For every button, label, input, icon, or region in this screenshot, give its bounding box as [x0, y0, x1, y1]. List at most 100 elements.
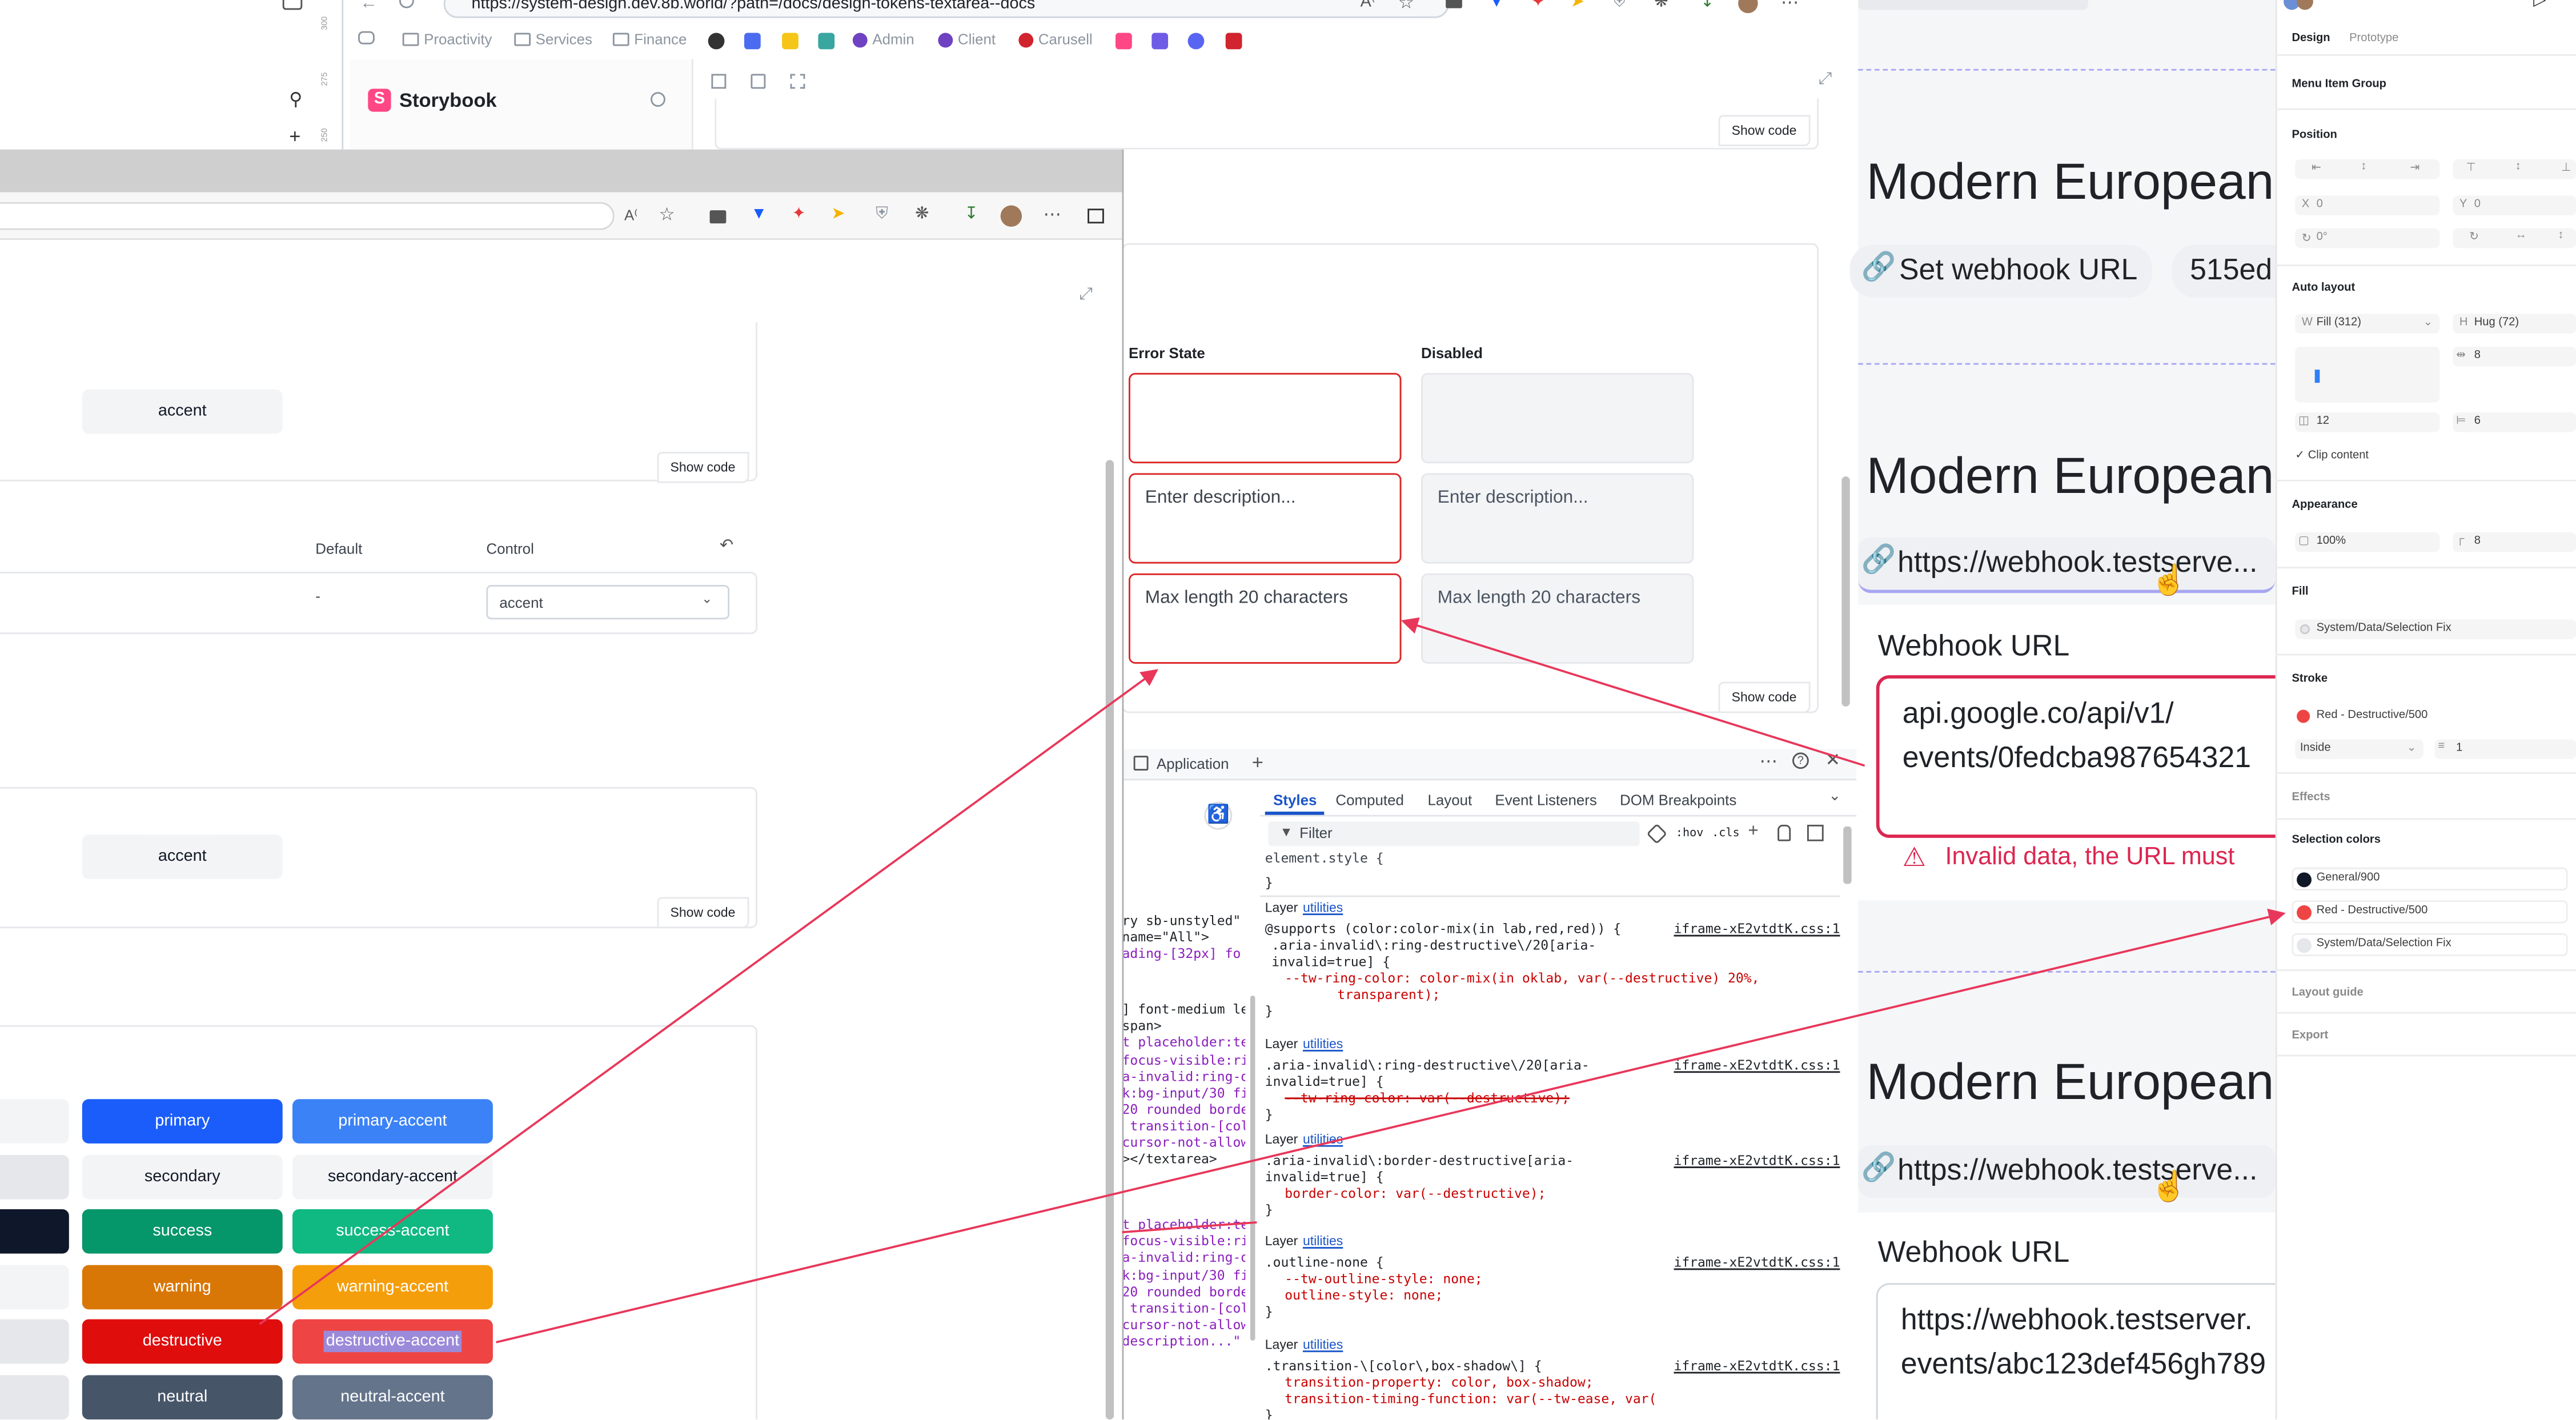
extension-v-icon[interactable]: ▼ [751, 206, 767, 224]
dom-line[interactable]: cursor-not-allow [1122, 1317, 1246, 1334]
reset-controls-icon[interactable]: ↶ [720, 537, 733, 556]
rule-declaration[interactable]: --tw-ring-color: var(--destructive); [1265, 1091, 1840, 1108]
bookmark-openai-icon[interactable] [708, 33, 725, 50]
show-code-button[interactable]: Show code [657, 897, 749, 929]
layer-link[interactable]: utilities [1303, 1132, 1343, 1147]
download-icon[interactable]: ↧ [964, 206, 978, 224]
neutral-accent-button[interactable]: neutral-accent [292, 1374, 493, 1419]
tab-dom-breakpoints[interactable]: DOM Breakpoints [1620, 792, 1736, 808]
destructive-button[interactable]: destructive [82, 1319, 283, 1364]
webhook-link-row[interactable]: 🔗 https://webhook.testserve... [1858, 537, 2276, 593]
chevron-down-icon[interactable]: ⌄ [1828, 787, 1841, 805]
bookmark-proactivity[interactable]: Proactivity [402, 31, 492, 47]
dom-line[interactable]: ></textarea> [1122, 1152, 1246, 1169]
dom-line[interactable]: 20 rounded borde [1122, 1284, 1246, 1301]
search-icon[interactable]: ⚲ [289, 89, 302, 110]
extensions-puzzle-icon[interactable]: ❋ [915, 206, 929, 224]
success-button[interactable]: success [82, 1209, 283, 1254]
rule-declaration[interactable]: --tw-ring-color: color-mix(in oklab, var… [1265, 971, 1840, 988]
plus-icon[interactable]: + [289, 125, 300, 148]
opacity-input[interactable]: ▢ 100% [2295, 532, 2440, 552]
accent-button[interactable]: accent [82, 389, 283, 434]
dom-line[interactable]: name="All"> [1122, 930, 1246, 946]
bookmark-youtube-icon[interactable] [1225, 33, 1242, 50]
rule-source-link[interactable]: iframe-xE2vtdtK.css:1 [1674, 1359, 1840, 1375]
webhook-url-input-error[interactable]: api.google.co/api/v1/ events/0fedcba9876… [1876, 675, 2310, 838]
dom-line[interactable]: ading-[32px] fo [1122, 946, 1246, 963]
dom-line[interactable]: t placeholder:te [1122, 1036, 1246, 1052]
front-url-bar[interactable] [0, 202, 615, 230]
fill-style-row[interactable]: System/Data/Selection Fix [2295, 619, 2576, 639]
bookmark-storybook-icon[interactable] [1116, 33, 1132, 50]
layout-guide-section-title[interactable]: Layout guide [2292, 988, 2363, 999]
error-textarea-placeholder[interactable]: Enter description... [1129, 473, 1402, 564]
alignment-grid[interactable] [2295, 346, 2440, 403]
bookmark-admin[interactable]: Admin [852, 31, 914, 47]
layer-link[interactable]: utilities [1303, 1037, 1343, 1052]
webhook-url-input[interactable]: https://webhook.testserver. events/abc12… [1876, 1283, 2307, 1420]
new-rule-icon[interactable]: + [1748, 821, 1759, 841]
dom-line[interactable]: k:bg-input/30 fi [1122, 1086, 1246, 1102]
dom-line[interactable]: description..." [1122, 1334, 1246, 1350]
selection-color-row[interactable]: General/900 [2292, 867, 2568, 890]
tab-event-listeners[interactable]: Event Listeners [1495, 792, 1596, 808]
outline-icon[interactable] [790, 74, 805, 89]
cropped-button[interactable] [0, 1264, 69, 1309]
download-icon[interactable]: ↧ [1700, 0, 1714, 11]
collections-icon[interactable] [1446, 0, 1462, 9]
bookmark-carusell[interactable]: Carusell [1018, 31, 1093, 47]
grid-icon[interactable] [711, 74, 727, 89]
y-input[interactable]: Y 0 [2453, 195, 2576, 215]
dom-line[interactable]: span> [1122, 1019, 1246, 1036]
bookmark-finance[interactable]: Finance [612, 31, 687, 47]
extensions-puzzle-icon[interactable]: ❋ [1654, 0, 1668, 11]
cropped-button[interactable] [0, 1319, 69, 1364]
bookmark-client[interactable]: Client [938, 31, 996, 47]
dom-line[interactable]: a-invalid:ring-d [1122, 1251, 1246, 1267]
dom-line[interactable]: ] font-medium le [1122, 1002, 1246, 1019]
front-scrollbar[interactable] [1105, 460, 1114, 1420]
neutral-button[interactable]: neutral [82, 1374, 283, 1419]
cropped-button[interactable] [0, 1154, 69, 1199]
secondary-button[interactable]: secondary [82, 1154, 283, 1199]
tab-application[interactable]: Application [1157, 756, 1229, 772]
error-textarea-maxlength[interactable]: Max length 20 characters [1129, 573, 1402, 664]
collections-icon[interactable] [709, 210, 727, 224]
bookmark-chat-icon[interactable] [1187, 33, 1205, 50]
fullscreen-icon[interactable]: ⤢ [1819, 71, 1832, 89]
tab-computed[interactable]: Computed [1335, 792, 1403, 808]
selection-color-row[interactable]: System/Data/Selection Fix [2292, 933, 2568, 957]
flip-controls[interactable]: ↻ ↔ ↕ [2453, 228, 2576, 248]
profile-avatar[interactable] [1000, 205, 1022, 227]
x-input[interactable]: X 0 [2295, 195, 2440, 215]
url-bar[interactable]: https://system-design.dev.8b.world/?path… [443, 0, 1449, 18]
show-code-button-textarea[interactable]: Show code [1718, 681, 1810, 713]
selection-color-row[interactable]: Red - Destructive/500 [2292, 900, 2568, 924]
color-palette-icon[interactable] [1777, 824, 1791, 841]
favorite-star-icon[interactable]: ☆ [1398, 0, 1414, 13]
dom-line[interactable]: focus-visible:ri [1122, 1052, 1246, 1069]
height-input[interactable]: H Hug (72) [2453, 314, 2576, 334]
extension-red-icon[interactable]: ✦ [792, 206, 805, 224]
background-icon[interactable] [751, 74, 766, 89]
play-icon[interactable]: ▷ [2533, 0, 2546, 10]
rule-declaration[interactable]: transparent); [1265, 988, 1840, 1004]
primary-button[interactable]: primary [82, 1099, 283, 1144]
dom-line[interactable]: k:bg-input/30 fi [1122, 1267, 1246, 1284]
cropped-button[interactable] [0, 1374, 69, 1419]
layer-link[interactable]: utilities [1303, 1337, 1343, 1352]
computed-sidebar-icon[interactable] [1807, 824, 1824, 841]
stroke-weight-input[interactable]: ≡ 1 [2434, 739, 2576, 759]
primary-accent-button[interactable]: primary-accent [292, 1099, 493, 1144]
width-input[interactable]: W Fill (312) ⌄ [2295, 314, 2440, 334]
stroke-align-select[interactable]: Inside ⌄ [2295, 739, 2423, 759]
fullscreen-icon[interactable]: ⤢ [1080, 286, 1093, 304]
add-tab-icon[interactable]: + [1252, 751, 1263, 773]
bookmark-tool-icon[interactable] [818, 33, 835, 50]
warning-button[interactable]: warning [82, 1264, 283, 1309]
layer-link[interactable]: utilities [1303, 900, 1343, 915]
dom-line[interactable]: a-invalid:ring-d [1122, 1069, 1246, 1085]
rule-source-link[interactable]: iframe-xE2vtdtK.css:1 [1674, 1255, 1840, 1271]
extension-v-icon[interactable]: ▼ [1488, 0, 1504, 11]
rule-declaration[interactable]: transition-property: color, box-shadow; [1265, 1375, 1840, 1391]
